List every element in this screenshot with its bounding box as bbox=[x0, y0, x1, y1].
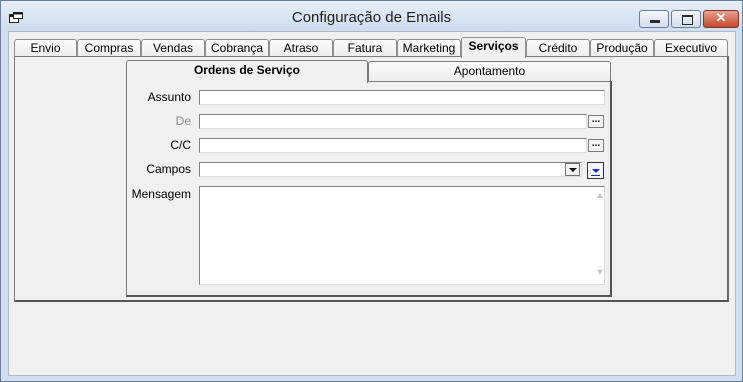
de-label: De bbox=[175, 114, 191, 128]
maximize-button[interactable] bbox=[671, 10, 701, 28]
tab-label: Fatura bbox=[347, 41, 383, 55]
insert-field-icon bbox=[592, 169, 600, 173]
main-window: Configuração de Emails ✕ Envio Compras V… bbox=[0, 0, 743, 382]
tab-envio[interactable]: Envio bbox=[14, 39, 77, 57]
campos-dropdown-button[interactable] bbox=[565, 163, 580, 176]
tab-label: Produção bbox=[596, 41, 648, 55]
window-title: Configuração de Emails bbox=[291, 9, 452, 26]
tab-credito[interactable]: Crédito bbox=[526, 39, 590, 57]
tab-producao[interactable]: Produção bbox=[590, 39, 654, 57]
tab-marketing[interactable]: Marketing bbox=[397, 39, 461, 57]
tab-label: Atraso bbox=[283, 41, 319, 55]
tab-fatura[interactable]: Fatura bbox=[333, 39, 397, 57]
tab-label: Executivo bbox=[664, 41, 718, 55]
dropdown-arrow-icon bbox=[569, 168, 577, 172]
cc-field[interactable] bbox=[199, 138, 587, 153]
cc-browse-button[interactable]: ... bbox=[588, 139, 604, 152]
subtab-apontamento[interactable]: Apontamento bbox=[368, 61, 611, 82]
client-area: Envio Compras Vendas Cobrança Atraso Fat… bbox=[8, 31, 736, 376]
minimize-button[interactable] bbox=[639, 10, 669, 28]
tab-label: Compras bbox=[84, 41, 134, 55]
tab-label: Serviços bbox=[468, 39, 519, 53]
insert-field-button[interactable] bbox=[587, 162, 604, 179]
insert-field-underline bbox=[591, 175, 600, 176]
cc-label: C/C bbox=[170, 138, 191, 152]
maximize-icon bbox=[682, 15, 693, 25]
mensagem-label: Mensagem bbox=[131, 187, 191, 201]
title-bar[interactable]: Configuração de Emails ✕ bbox=[1, 1, 742, 31]
de-field[interactable] bbox=[199, 114, 587, 129]
tab-atraso[interactable]: Atraso bbox=[269, 39, 333, 57]
subtab-label: Apontamento bbox=[453, 64, 526, 78]
de-browse-button[interactable]: ... bbox=[588, 115, 604, 128]
minimize-icon bbox=[650, 20, 660, 23]
close-icon: ✕ bbox=[715, 10, 727, 25]
tab-label: Marketing bbox=[402, 41, 456, 55]
mensagem-textarea[interactable] bbox=[199, 186, 605, 285]
tab-executivo[interactable]: Executivo bbox=[654, 39, 728, 57]
ellipsis-icon: ... bbox=[591, 114, 601, 125]
campos-label: Campos bbox=[146, 162, 191, 176]
tab-label: Envio bbox=[30, 41, 61, 55]
tab-servicos[interactable]: Serviços bbox=[461, 37, 526, 58]
close-button[interactable]: ✕ bbox=[703, 10, 739, 28]
tab-compras[interactable]: Compras bbox=[77, 39, 141, 57]
tab-vendas[interactable]: Vendas bbox=[141, 39, 205, 57]
scroll-down-icon[interactable]: ▼ bbox=[595, 267, 605, 277]
campos-select[interactable] bbox=[199, 162, 582, 177]
tab-label: Cobrança bbox=[210, 41, 264, 55]
scroll-up-icon[interactable]: ▲ bbox=[595, 190, 605, 200]
tab-label: Vendas bbox=[152, 41, 194, 55]
tab-label: Crédito bbox=[538, 41, 578, 55]
subtab-ordens-de-servico[interactable]: Ordens de Serviço bbox=[126, 60, 368, 83]
subtab-label: Ordens de Serviço bbox=[193, 63, 301, 77]
ellipsis-icon: ... bbox=[591, 138, 601, 149]
assunto-field[interactable] bbox=[199, 90, 605, 105]
tab-cobranca[interactable]: Cobrança bbox=[205, 39, 269, 57]
assunto-label: Assunto bbox=[147, 90, 191, 104]
